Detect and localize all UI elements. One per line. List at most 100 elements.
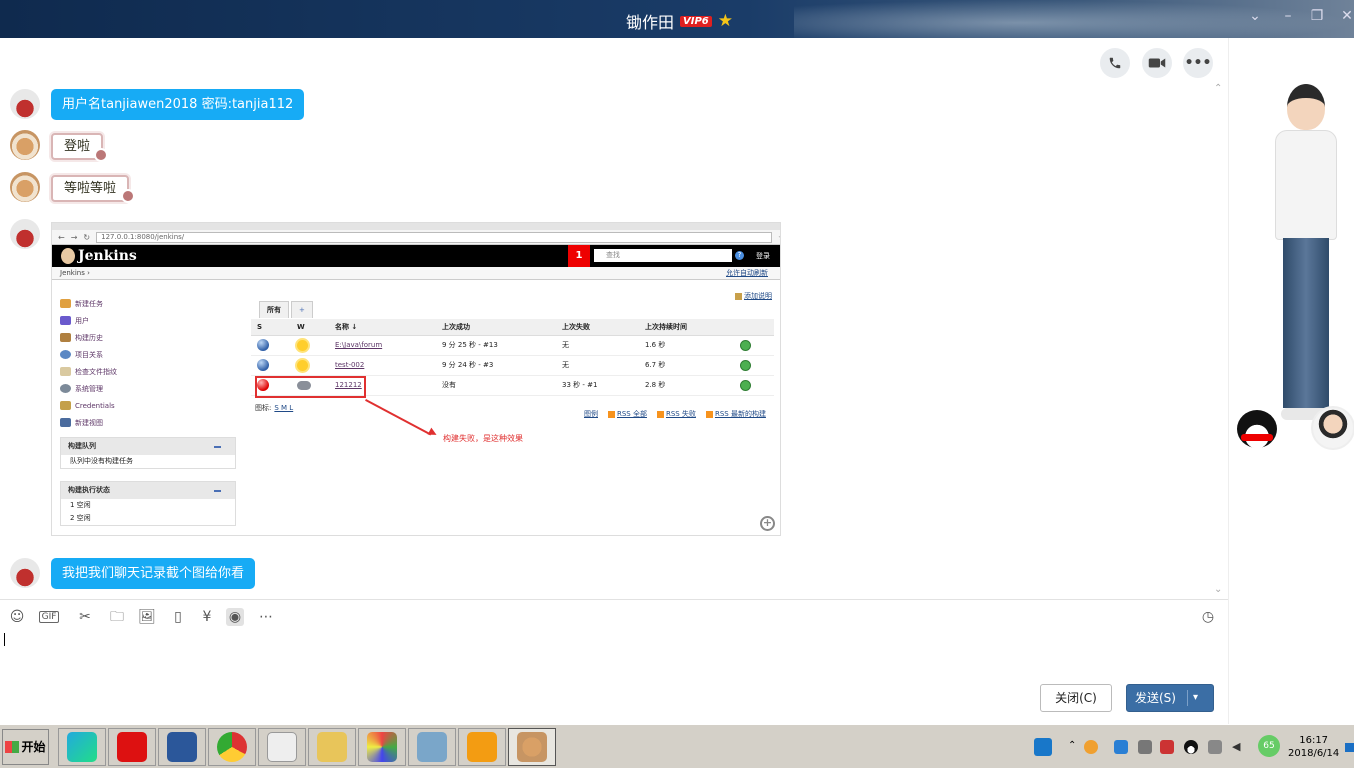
notebook-task[interactable]: [408, 728, 456, 766]
annotation-text: 构建失败，是这种效果: [443, 434, 523, 443]
rss-icon: [608, 410, 615, 418]
message-bubble[interactable]: 等啦等啦: [51, 175, 130, 202]
rss-icon: [705, 410, 713, 418]
music-icon[interactable]: ◉: [226, 608, 244, 626]
shield-icon[interactable]: [1114, 740, 1128, 754]
sidebar-item-new-view: 新建视图: [60, 414, 230, 431]
view-tabs: 所有 +: [259, 301, 313, 318]
job-link: E:\Java\forum: [335, 341, 383, 349]
contact-show-avatar[interactable]: [1311, 406, 1354, 450]
chevron-down-icon[interactable]: ⌄: [1244, 8, 1266, 24]
word-icon: [167, 732, 197, 762]
forward-icon: →: [70, 232, 78, 242]
jenkins-brand: Jenkins: [78, 248, 137, 264]
chrome-task[interactable]: [208, 728, 256, 766]
usb-icon[interactable]: [1208, 740, 1222, 754]
pdf-task[interactable]: [458, 728, 506, 766]
avatar[interactable]: [10, 172, 40, 202]
app-icon: [367, 732, 397, 762]
scroll-down-icon[interactable]: ⌄: [1214, 584, 1222, 595]
phone-icon[interactable]: [1100, 48, 1130, 78]
schedule-build-icon: [740, 379, 751, 391]
folder-icon: [317, 732, 347, 762]
video-icon[interactable]: [1142, 48, 1172, 78]
network-icon[interactable]: [1138, 740, 1152, 754]
minimize-button[interactable]: –: [1277, 8, 1299, 24]
col-header: S: [251, 319, 291, 336]
image-icon[interactable]: 🖼: [138, 608, 156, 626]
tray-app-icon[interactable]: [1084, 740, 1098, 754]
video-player-task[interactable]: [58, 728, 106, 766]
rss-latest: RSS 最新的构建: [705, 409, 766, 419]
zoom-in-icon[interactable]: +: [760, 516, 775, 531]
bookmark-star-icon: ☆: [778, 233, 780, 242]
close-button[interactable]: 关闭(C): [1040, 684, 1112, 712]
col-header: 上次成功: [436, 319, 556, 336]
avatar[interactable]: [10, 219, 40, 249]
status-blue-icon: [257, 359, 269, 371]
send-button[interactable]: 发送(S) ▾: [1126, 684, 1214, 712]
schedule-build-icon: [740, 339, 751, 351]
bing-icon[interactable]: [1034, 738, 1052, 756]
sunny-icon: [297, 339, 308, 351]
system-clock[interactable]: 16:17 2018/6/14: [1288, 734, 1339, 760]
emoji-icon[interactable]: ☺: [8, 608, 26, 626]
start-button[interactable]: 开始: [2, 729, 49, 765]
tab-all: 所有: [259, 301, 289, 318]
avatar[interactable]: [10, 558, 40, 588]
screenshot-image[interactable]: ← → ↻ 127.0.0.1:8080/jenkins/ ☆ ⋮ Jenkin…: [51, 222, 781, 536]
app-task[interactable]: [358, 728, 406, 766]
java-task[interactable]: [258, 728, 306, 766]
sidebar-item-users: 用户: [60, 312, 230, 329]
avatar[interactable]: [10, 130, 40, 160]
message-input[interactable]: [0, 630, 1228, 680]
annotation-arrowhead: [427, 427, 439, 439]
message-bubble[interactable]: 我把我们聊天记录截个图给你看: [51, 558, 256, 589]
rss-all: RSS 全部: [608, 409, 647, 419]
qq-chat-task[interactable]: [508, 728, 556, 766]
executor-row: 2 空闲: [70, 514, 91, 522]
performance-badge[interactable]: 65: [1258, 735, 1280, 757]
job-link: test-002: [335, 361, 365, 369]
volume-icon[interactable]: ◀: [1232, 740, 1246, 754]
java-icon: [267, 732, 297, 762]
qq-penguin-icon[interactable]: [1237, 410, 1277, 448]
avatar[interactable]: [10, 89, 40, 119]
status-blue-icon: [257, 339, 269, 351]
build-queue-empty: 队列中没有构建任务: [70, 457, 133, 465]
vibrate-icon[interactable]: ▯: [169, 608, 187, 626]
qq-tray-icon[interactable]: [1184, 740, 1198, 754]
chrome-icon: [217, 732, 247, 762]
figure-pants: [1283, 238, 1329, 408]
message-bubble[interactable]: 用户名tanjiawen2018 密码:tanjia112: [51, 89, 305, 120]
explorer-task[interactable]: [308, 728, 356, 766]
sidebar-item-credentials: Credentials: [60, 397, 230, 414]
breadcrumb-root: Jenkins ›: [60, 269, 90, 277]
build-queue-title: 构建队列: [61, 438, 235, 455]
red-packet-icon[interactable]: ¥: [198, 608, 216, 626]
more-tools-icon[interactable]: ⋯: [257, 608, 275, 626]
security-icon[interactable]: [1160, 740, 1174, 754]
auto-refresh-link: 允许自动刷新: [726, 269, 768, 277]
folder-icon[interactable]: 🗀: [108, 608, 126, 626]
scissors-icon[interactable]: ✂: [76, 608, 94, 626]
chevron-up-icon[interactable]: ⌃: [1068, 740, 1082, 754]
gif-icon[interactable]: GIF: [39, 611, 59, 623]
table-row: E:\Java\forum 9 分 25 秒 - #13 无 1.6 秒: [251, 335, 774, 356]
word-task[interactable]: [158, 728, 206, 766]
qq-show-figure[interactable]: [1269, 78, 1339, 458]
search-icon: [60, 350, 71, 359]
show-desktop-icon[interactable]: [1345, 743, 1354, 752]
jenkins-header: Jenkins 1 查找 ? 登录: [52, 245, 780, 267]
close-window-button[interactable]: ✕: [1336, 8, 1354, 24]
build-count-badge: 1: [568, 245, 590, 267]
more-icon[interactable]: •••: [1183, 48, 1213, 78]
breadcrumb: Jenkins › 允许自动刷新: [52, 267, 780, 280]
executor-row: 1 空闲: [70, 501, 91, 509]
restore-button[interactable]: ❐: [1306, 8, 1328, 24]
chevron-down-icon[interactable]: ▾: [1193, 685, 1198, 711]
history-icon[interactable]: ◷: [1199, 608, 1217, 626]
jenkins-search-field: 查找: [594, 249, 732, 262]
scroll-up-icon[interactable]: ⌃: [1214, 83, 1222, 94]
youdao-task[interactable]: [108, 728, 156, 766]
